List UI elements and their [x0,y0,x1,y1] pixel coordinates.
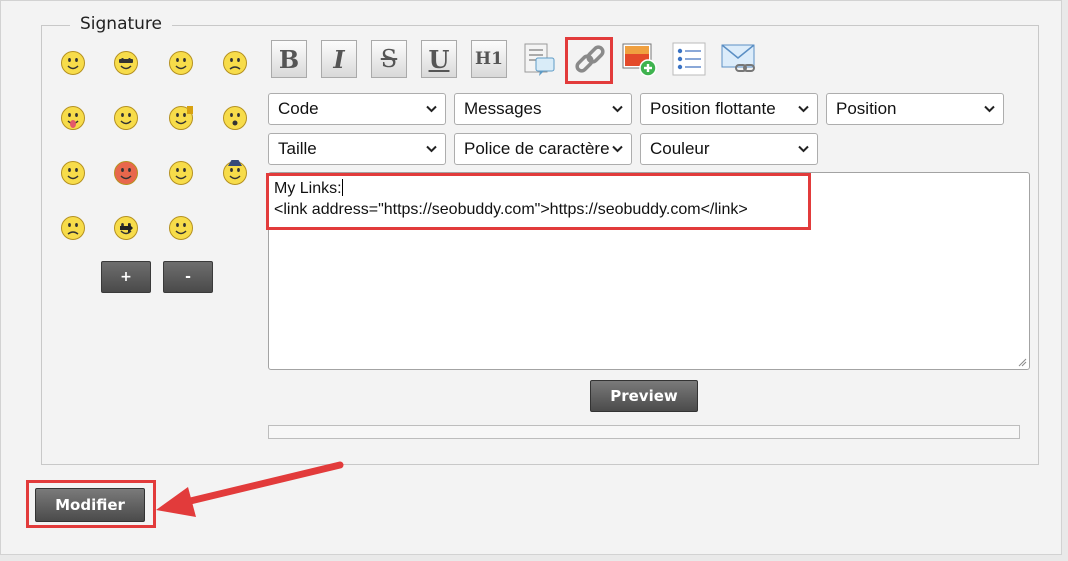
size-select[interactable]: Taille [268,133,446,165]
big-laugh-icon[interactable] [168,160,194,186]
font-select[interactable]: Police de caractère [454,133,632,165]
tongue-out-icon[interactable] [60,105,86,131]
italic-button[interactable]: I [321,40,357,78]
resize-handle-icon[interactable] [1017,357,1027,367]
surprised-icon[interactable] [222,105,248,131]
heading-button[interactable]: H1 [471,40,507,78]
insert-image-icon[interactable] [620,40,658,78]
confused-icon[interactable] [113,105,139,131]
sideeye-icon[interactable] [168,215,194,241]
dizzy-icon[interactable] [60,215,86,241]
angry-red-icon[interactable] [113,160,139,186]
underline-button[interactable]: U [421,40,457,78]
font-select-value: Police de caractère [464,139,610,158]
messages-select-value: Messages [464,99,542,118]
chevron-down-icon [798,105,809,113]
smile-icon[interactable] [60,50,86,76]
signature-legend: Signature [70,14,173,34]
italic-label: I [333,44,345,74]
arrow-right-icon[interactable] [113,215,139,241]
chevron-down-icon [612,105,623,113]
chevron-down-icon [798,145,809,153]
color-select[interactable]: Couleur [640,133,818,165]
fewer-smileys-button[interactable]: - [163,261,213,293]
underline-label: U [428,44,450,74]
editor-line-1-text: My Links: [274,180,342,197]
annotation-arrow-icon [156,461,344,517]
code-select[interactable]: Code [268,93,446,125]
bold-label: B [278,44,300,74]
size-select-value: Taille [278,139,317,158]
position-select-value: Position [836,99,897,118]
messages-select[interactable]: Messages [454,93,632,125]
chevron-down-icon [426,145,437,153]
wizard-icon[interactable] [222,160,248,186]
more-smileys-button[interactable]: + [101,261,151,293]
preview-area [268,425,1020,439]
list-icon[interactable] [670,40,708,78]
strikethrough-button[interactable]: S [371,40,407,78]
email-link-icon[interactable] [720,40,758,78]
float-position-select-value: Position flottante [650,99,776,118]
chevron-down-icon [426,105,437,113]
heading-label: H1 [475,49,503,69]
float-position-select[interactable]: Position flottante [640,93,818,125]
link-icon[interactable] [571,40,609,78]
editor-line-2: <link address="https://seobuddy.com">htt… [274,201,748,218]
color-select-value: Couleur [650,139,710,158]
chevron-down-icon [984,105,995,113]
cool-sunglasses-icon[interactable] [113,50,139,76]
wink-icon[interactable] [60,160,86,186]
sad-icon[interactable] [222,50,248,76]
signature-textarea[interactable]: My Links: <link address="https://seobudd… [268,172,1030,370]
preview-button[interactable]: Preview [590,380,698,412]
chevron-down-icon [612,145,623,153]
happy-grin-icon[interactable] [168,50,194,76]
code-select-value: Code [278,99,319,118]
editor-line-1: My Links: [274,178,1024,199]
position-select[interactable]: Position [826,93,1004,125]
strike-label: S [380,45,398,73]
modifier-submit-button[interactable]: Modifier [35,488,145,522]
quote-icon[interactable] [520,40,558,78]
text-caret [341,179,343,196]
trophy-winner-icon[interactable] [168,105,194,131]
bold-button[interactable]: B [271,40,307,78]
